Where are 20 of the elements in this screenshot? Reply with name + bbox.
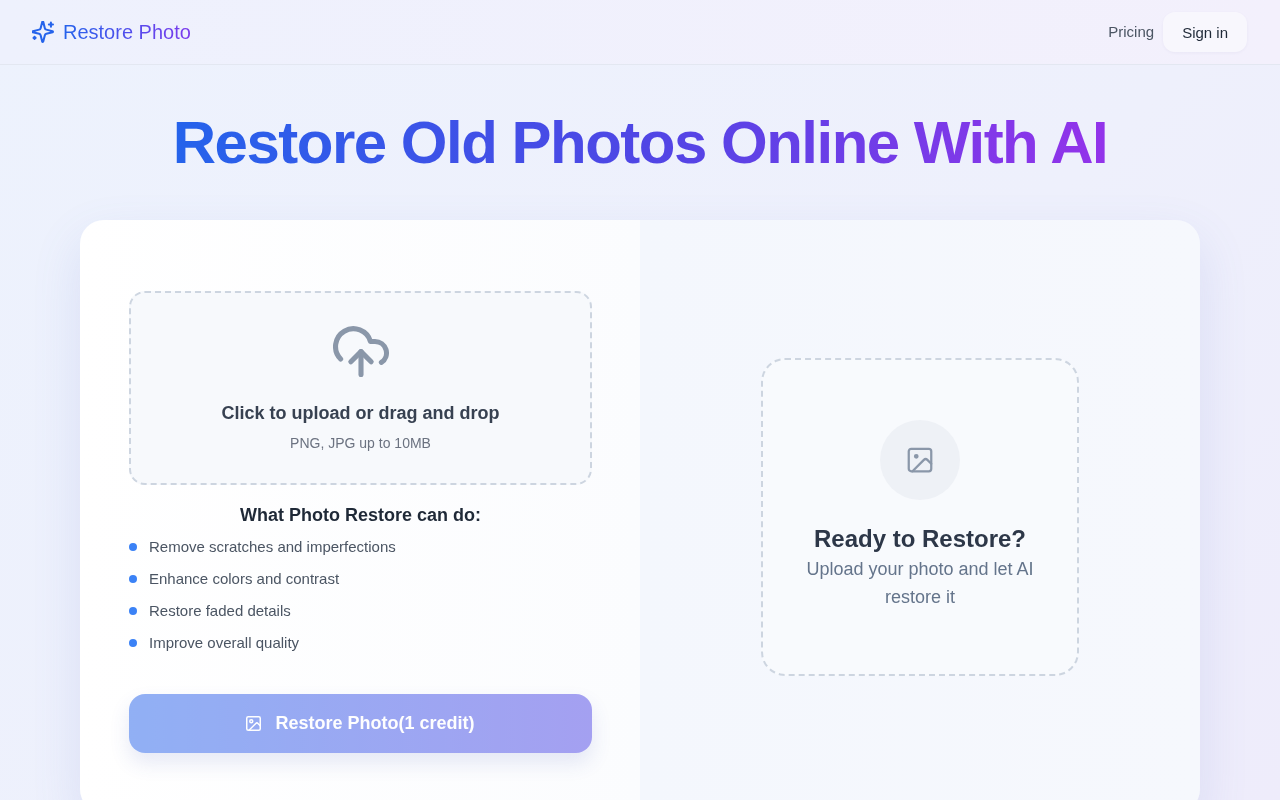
bullet-dot-icon [129,543,137,551]
bullet-dot-icon [129,639,137,647]
feature-text: Restore faded details [149,601,291,621]
upload-dropzone[interactable]: Click to upload or drag and drop PNG, JPG up to 10MB [129,291,592,485]
bullet-dot-icon [129,607,137,615]
sign-in-button[interactable]: Sign in [1163,12,1247,52]
preview-title: Ready to Restore? [813,524,1027,554]
cloud-upload-icon [332,323,389,379]
image-icon [880,420,960,500]
upload-title: Click to upload or drag and drop [221,402,500,425]
features-heading: What Photo Restore can do: [239,504,482,527]
sparkles-icon [32,21,54,43]
image-icon [246,716,262,731]
feature-text: Remove scratches and imperfections [149,537,396,557]
feature-text: Improve overall quality [149,633,300,653]
upload-hint: PNG, JPG up to 10MB [290,434,431,453]
pricing-link[interactable]: Pricing [1108,22,1155,42]
bullet-dot-icon [129,575,137,583]
preview-text: Upload your photo and let AI restore it [805,558,1035,609]
feature-text: Enhance colors and contrast [149,569,340,589]
